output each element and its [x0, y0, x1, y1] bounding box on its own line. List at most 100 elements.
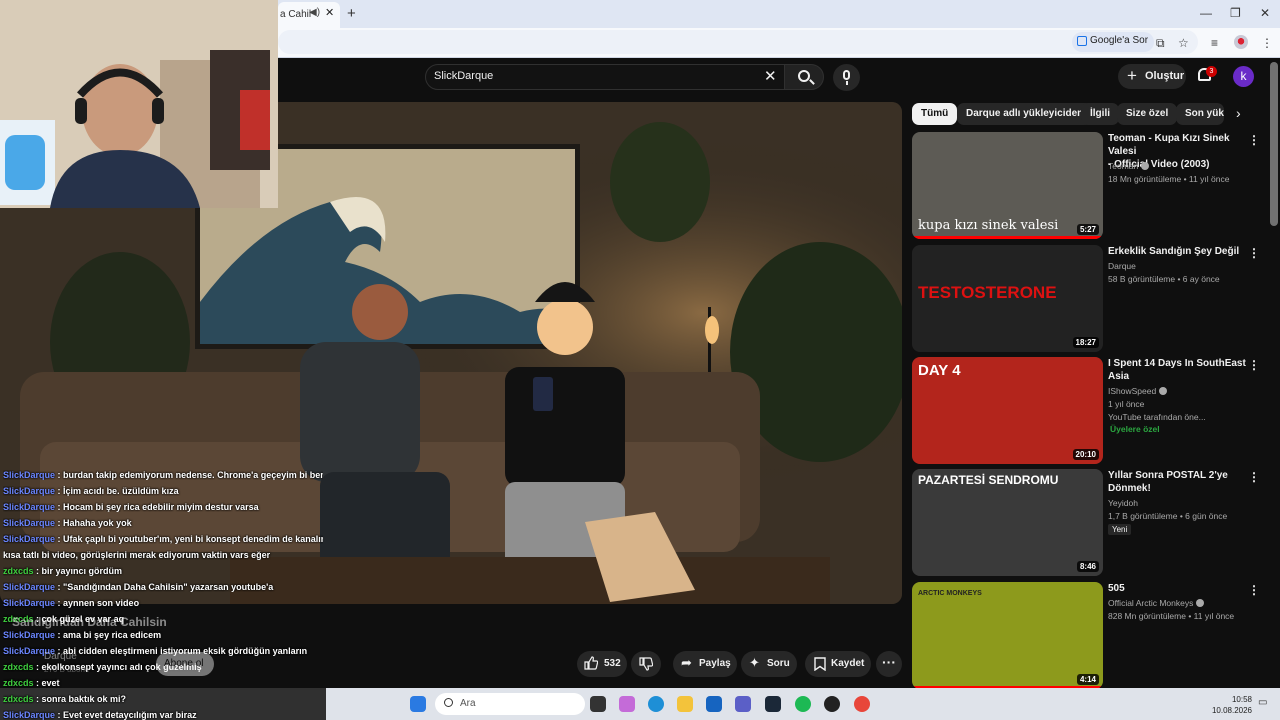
chat-text: kısa tatlı bi video, görüşlerini merak e…	[3, 550, 271, 560]
recommended-title-line: Teoman - Kupa Kızı Sinek Valesi	[1108, 133, 1230, 157]
filter-chip[interactable]: İlgili	[1081, 103, 1119, 125]
recommended-channel[interactable]: IShowSpeed	[1108, 386, 1168, 396]
channel-name: Teoman	[1108, 161, 1139, 171]
chat-message: SlickDarque : Hocam bi şey rica edebilir…	[3, 502, 323, 512]
browser-profile-icon[interactable]	[1234, 35, 1248, 49]
chat-username: SlickDarque	[3, 710, 56, 720]
chat-message: zdxcds : bir yayıncı gördüm	[3, 566, 323, 576]
chat-username: zdxcds	[3, 694, 34, 704]
more-options-icon[interactable]: ⋮	[1248, 133, 1260, 147]
recommended-title-line: I Spent 14 Days In SouthEast	[1108, 358, 1246, 369]
more-actions-icon[interactable]: ···	[876, 651, 902, 677]
window-close-icon[interactable]: ✕	[1260, 6, 1270, 20]
create-button[interactable]: + Oluştur	[1118, 64, 1186, 89]
edge-icon[interactable]	[648, 696, 664, 712]
more-options-icon[interactable]: ⋮	[1248, 470, 1260, 484]
recommended-channel[interactable]: Teoman	[1108, 161, 1150, 171]
chat-message: SlickDarque : Evet evet detaycılığım var…	[3, 710, 323, 720]
chat-message: SlickDarque : Hahaha yok yok	[3, 518, 323, 528]
teams-icon[interactable]	[735, 696, 751, 712]
taskbar-search[interactable]: Ara	[435, 693, 585, 715]
webcam-image	[0, 0, 278, 208]
thumbnail-text: PAZARTESİ SENDROMU	[918, 473, 1059, 487]
video-thumbnail[interactable]: PAZARTESİ SENDROMU 8:46	[912, 469, 1103, 576]
speaker-icon[interactable]: ◀︎)	[309, 7, 320, 18]
video-duration: 5:27	[1076, 224, 1099, 235]
minimize-icon[interactable]: —	[1200, 6, 1212, 20]
steam-icon[interactable]	[765, 696, 781, 712]
subscribe-button[interactable]: Abone ol	[156, 652, 214, 676]
watch-progress-bar	[912, 236, 1103, 239]
microphone-stand	[845, 81, 848, 85]
address-field[interactable]	[278, 30, 1198, 54]
subscriber-count: 276 B abone	[44, 665, 90, 674]
video-thumbnail[interactable]: DAY 4 20:10	[912, 357, 1103, 464]
chat-message: kısa tatlı bi video, görüşlerini merak e…	[3, 550, 323, 560]
install-app-icon[interactable]: ⧉	[1156, 36, 1165, 51]
windows-start-icon[interactable]	[410, 696, 426, 712]
maximize-icon[interactable]: ❐	[1230, 6, 1241, 20]
recommended-channel[interactable]: Yeyidoh	[1108, 498, 1138, 508]
chat-text: : bir yayıncı gördüm	[36, 566, 123, 576]
notification-center-icon[interactable]: ▭	[1258, 697, 1267, 708]
chat-username: SlickDarque	[3, 582, 56, 592]
recommended-title[interactable]: Yıllar Sonra POSTAL 2'ye Dönmek!	[1108, 469, 1248, 495]
chat-username: SlickDarque	[3, 502, 56, 512]
ask-button[interactable]: ✦ Soru	[741, 651, 797, 677]
filter-chip[interactable]: Tümü	[912, 103, 958, 125]
channel-name[interactable]: Darque	[44, 651, 77, 662]
video-thumbnail[interactable]: ARCTIC MONKEYS 4:14	[912, 582, 1103, 689]
filter-chip[interactable]: Size özel	[1117, 103, 1178, 125]
recommended-title[interactable]: 505	[1108, 582, 1248, 595]
featured-note: YouTube tarafından öne...	[1108, 412, 1206, 422]
video-thumbnail[interactable]: kupa kızı sinek valesi 5:27	[912, 132, 1103, 239]
clear-search-icon[interactable]: ✕	[764, 67, 777, 85]
dislike-button[interactable]	[631, 651, 661, 677]
like-button[interactable]: 532	[577, 651, 627, 677]
new-tab-icon[interactable]: +	[347, 5, 356, 22]
close-tab-icon[interactable]: ✕	[325, 6, 334, 19]
video-thumbnail[interactable]: TESTOSTERONE 18:27	[912, 245, 1103, 352]
recommended-channel[interactable]: Official Arctic Monkeys	[1108, 598, 1205, 608]
filter-chip[interactable]: Darque adlı yükleyiciden	[957, 103, 1093, 125]
more-options-icon[interactable]: ⋮	[1248, 583, 1260, 597]
voice-search-button[interactable]	[833, 64, 860, 91]
lens-icon	[1077, 36, 1087, 46]
obs-icon[interactable]	[824, 696, 840, 712]
copilot-icon[interactable]	[619, 696, 635, 712]
view-metadata: 18 Mn görüntüleme • 11 yıl önce	[1108, 174, 1230, 184]
filter-chip[interactable]: Son yükle	[1176, 103, 1224, 125]
page-scrollbar[interactable]	[1270, 62, 1278, 226]
view-metadata: 1 yıl önce	[1108, 399, 1145, 409]
view-metadata: 58 B görüntüleme • 6 ay önce	[1108, 274, 1220, 284]
browser-menu-icon[interactable]: ⋮	[1261, 36, 1273, 50]
task-view-icon[interactable]	[590, 696, 606, 712]
recommended-title-line: 505	[1108, 583, 1125, 594]
chrome-icon[interactable]	[854, 696, 870, 712]
more-options-icon[interactable]: ⋮	[1248, 358, 1260, 372]
recommended-channel[interactable]: Darque	[1108, 261, 1136, 271]
share-button[interactable]: ➦ Paylaş	[673, 651, 737, 677]
outlook-icon[interactable]	[706, 696, 722, 712]
chat-overlay: SlickDarque : burdan takip edemiyorum ne…	[0, 470, 330, 720]
share-label: Paylaş	[699, 658, 731, 669]
file-explorer-icon[interactable]	[677, 696, 693, 712]
more-options-icon[interactable]: ⋮	[1248, 246, 1260, 260]
chevron-right-icon[interactable]: ›	[1236, 105, 1241, 121]
google-ask-button[interactable]: Google'a Sor	[1072, 32, 1155, 52]
save-button[interactable]: Kaydet	[805, 651, 871, 677]
spotify-icon[interactable]	[795, 696, 811, 712]
tab-title: a Cahil	[280, 9, 312, 20]
recommended-title-line: Dönmek!	[1108, 483, 1151, 494]
account-avatar[interactable]: k	[1233, 66, 1254, 87]
recommended-title[interactable]: Erkeklik Sandığın Şey Değil	[1108, 245, 1248, 258]
recommended-title[interactable]: I Spent 14 Days In SouthEast Asia	[1108, 357, 1248, 383]
bookmark-star-icon[interactable]: ☆	[1178, 36, 1189, 50]
chat-message: SlickDarque : ama bi şey rica edicem	[3, 630, 323, 640]
media-control-icon[interactable]: ≡	[1211, 36, 1218, 50]
streamer-webcam	[0, 0, 278, 208]
taskbar-clock[interactable]: 10:58 10.08.2026	[1210, 694, 1252, 716]
chat-username: zdxcds	[3, 678, 34, 688]
search-button[interactable]	[784, 64, 824, 90]
chat-text: : aynnen son video	[57, 598, 140, 608]
